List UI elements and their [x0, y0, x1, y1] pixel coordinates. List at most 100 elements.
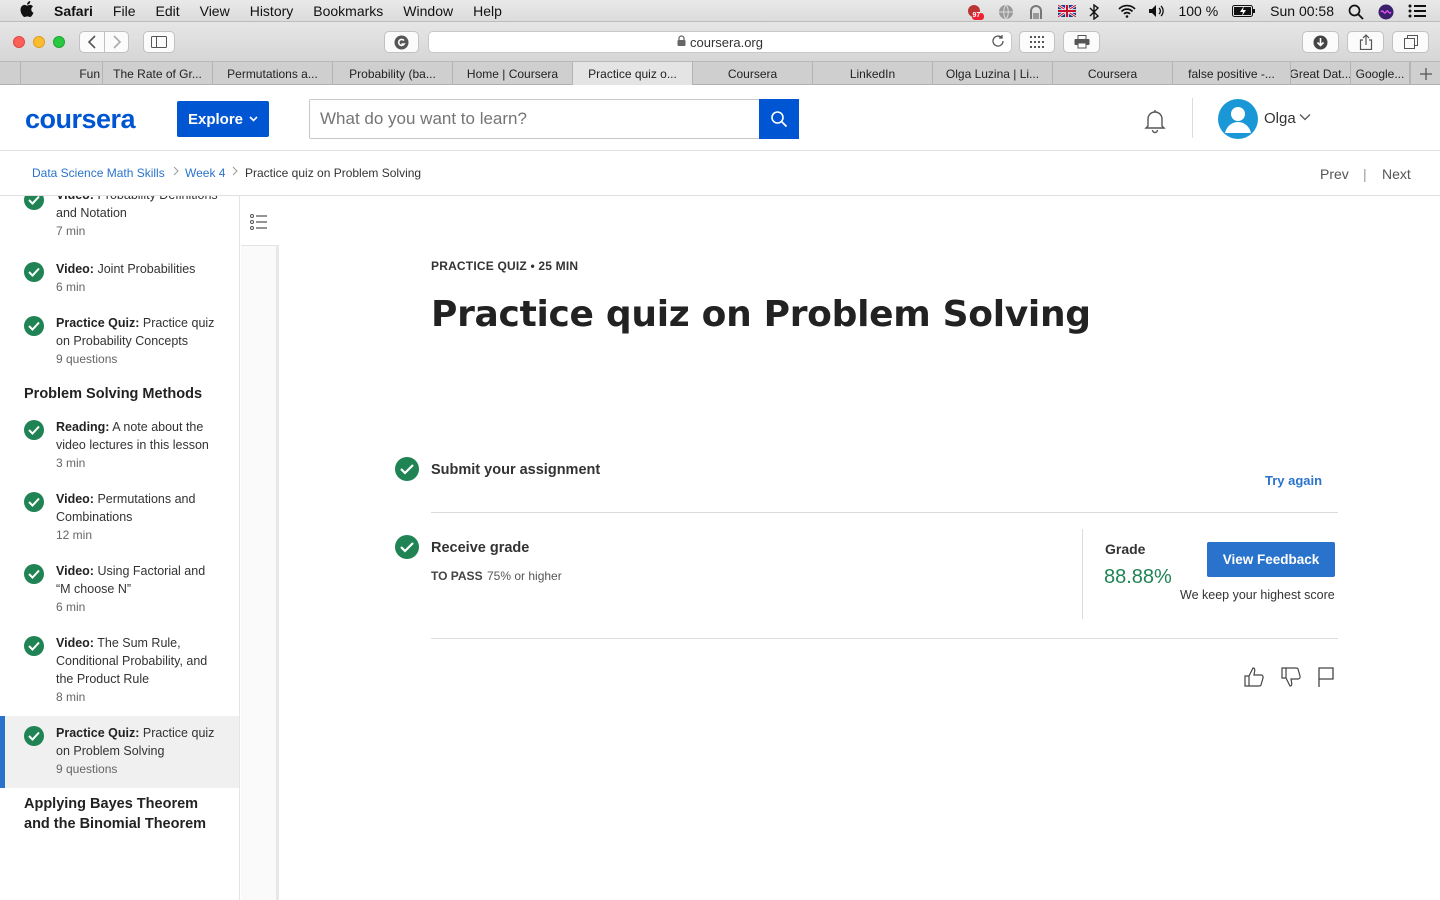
sidebar-item-joint-probabilities[interactable]: Video: Joint Probabilities 6 min	[0, 258, 239, 302]
grade-value: 88.88%	[1104, 566, 1172, 588]
menu-window[interactable]: Window	[403, 3, 453, 19]
breadcrumb-current: Practice quiz on Problem Solving	[245, 166, 422, 180]
browser-tab[interactable]: Fun	[21, 62, 103, 85]
sidebar-toggle-button[interactable]	[143, 31, 175, 53]
header-divider	[1192, 98, 1193, 138]
flag-icon[interactable]	[1316, 666, 1338, 688]
notification-badge-count: 97	[972, 12, 981, 19]
sidebar-section-heading[interactable]: Applying Bayes Theorem and the Binomial …	[24, 794, 224, 834]
browser-tab[interactable]: Google...	[1351, 62, 1410, 85]
breadcrumb-course-link[interactable]: Data Science Math Skills	[32, 166, 165, 180]
sidebar-item-practice-quiz-problem-solving[interactable]: Practice Quiz: Practice quiz on Problem …	[0, 716, 239, 788]
to-pass-label: TO PASS	[431, 569, 483, 583]
notification-center-icon[interactable]	[1408, 4, 1426, 18]
notifications-bell-icon[interactable]	[1141, 106, 1169, 134]
chevron-right-icon	[173, 165, 179, 179]
window-minimize-button[interactable]	[33, 36, 45, 48]
grammarly-icon	[394, 35, 409, 49]
menu-edit[interactable]: Edit	[155, 3, 179, 19]
input-source-uk-flag-icon[interactable]	[1057, 3, 1078, 19]
view-feedback-button[interactable]: View Feedback	[1207, 542, 1335, 577]
menu-history[interactable]: History	[250, 3, 294, 19]
menu-app-name[interactable]: Safari	[54, 3, 93, 19]
user-name[interactable]: Olga	[1264, 110, 1296, 127]
browser-tab[interactable]: Probability (ba...	[333, 62, 453, 85]
forward-button[interactable]	[104, 31, 129, 53]
address-bar[interactable]: coursera.org	[428, 31, 1012, 53]
sidebar-item-meta: 8 min	[56, 690, 86, 704]
toggle-outline-button[interactable]	[241, 196, 279, 246]
reload-icon[interactable]	[991, 34, 1005, 51]
window-zoom-button[interactable]	[53, 36, 65, 48]
chevron-right-icon	[232, 165, 238, 179]
browser-tab[interactable]: false positive -...	[1173, 62, 1291, 85]
sidebar-item-reading-note[interactable]: Reading: A note about the video lectures…	[0, 416, 239, 480]
new-tab-button[interactable]	[1410, 62, 1440, 85]
menubar-clock[interactable]: Sun 00:58	[1270, 3, 1334, 19]
tab-overview-button[interactable]	[1392, 31, 1429, 53]
back-button[interactable]	[79, 31, 105, 53]
prev-link[interactable]: Prev	[1320, 166, 1349, 182]
sidebar-item-meta: 3 min	[56, 456, 86, 470]
vpn-icon[interactable]	[1028, 4, 1044, 19]
thumbs-up-icon[interactable]	[1243, 666, 1265, 688]
apps-grid-button[interactable]	[1019, 31, 1055, 53]
lock-icon	[677, 35, 686, 49]
search-button[interactable]	[759, 99, 799, 139]
battery-percentage[interactable]: 100 %	[1178, 3, 1218, 19]
browser-tab[interactable]: LinkedIn	[813, 62, 933, 85]
chevron-down-icon[interactable]	[1299, 110, 1311, 124]
avatar[interactable]	[1218, 99, 1258, 139]
window-close-button[interactable]	[13, 36, 25, 48]
search-input[interactable]	[310, 100, 760, 138]
to-pass-value: 75% or higher	[487, 569, 562, 583]
sidebar-item-label: Video: Probability Definitions and Notat…	[56, 196, 218, 220]
sidebar-item-label: Video: Using Factorial and “M choose N”	[56, 564, 206, 596]
share-button[interactable]	[1347, 31, 1384, 53]
try-again-button[interactable]: Try again	[1265, 473, 1322, 488]
notification-badge-icon[interactable]: 97	[966, 4, 985, 20]
sidebar-item-sum-rule[interactable]: Video: The Sum Rule, Conditional Probabi…	[0, 632, 239, 714]
wifi-icon[interactable]	[1118, 4, 1137, 18]
battery-icon[interactable]	[1232, 4, 1256, 18]
siri-icon[interactable]	[1378, 4, 1394, 20]
globe-icon[interactable]	[998, 4, 1014, 20]
check-icon	[395, 457, 419, 481]
sidebar-item-practice-quiz-probability[interactable]: Practice Quiz: Practice quiz on Probabil…	[0, 312, 239, 376]
spotlight-search-icon[interactable]	[1348, 4, 1364, 20]
browser-tab[interactable]: Permutations a...	[213, 62, 333, 85]
downloads-button[interactable]	[1302, 31, 1339, 53]
breadcrumb-week-link[interactable]: Week 4	[185, 166, 225, 180]
browser-tab[interactable]: Coursera	[693, 62, 813, 85]
menu-help[interactable]: Help	[473, 3, 502, 19]
browser-tab[interactable]: The Rate of Gr...	[103, 62, 213, 85]
sidebar-item-meta: 6 min	[56, 280, 86, 294]
bluetooth-icon[interactable]	[1088, 3, 1104, 21]
menu-view[interactable]: View	[200, 3, 230, 19]
browser-tab[interactable]: Olga Luzina | Li...	[933, 62, 1053, 85]
browser-tab[interactable]: Home | Coursera	[453, 62, 573, 85]
apple-menu-icon[interactable]	[20, 0, 38, 21]
course-sidebar: Video: Probability Definitions and Notat…	[0, 196, 240, 900]
volume-icon[interactable]	[1148, 4, 1165, 18]
extension-button[interactable]	[384, 31, 419, 53]
chevron-down-icon	[249, 116, 258, 122]
print-button[interactable]	[1063, 31, 1100, 53]
browser-tab[interactable]: Coursera	[1053, 62, 1173, 85]
coursera-logo[interactable]: coursera	[25, 104, 136, 135]
next-link[interactable]: Next	[1382, 166, 1411, 182]
sidebar-item-probability-definitions[interactable]: Video: Probability Definitions and Notat…	[0, 196, 239, 250]
main-content: PRACTICE QUIZ • 25 MIN Practice quiz on …	[282, 196, 1440, 900]
thumbs-down-icon[interactable]	[1280, 666, 1302, 688]
menu-file[interactable]: File	[113, 3, 136, 19]
sidebar-section-heading[interactable]: Problem Solving Methods	[24, 384, 202, 404]
browser-tab[interactable]	[0, 62, 21, 85]
browser-tab[interactable]: Great Dat...	[1291, 62, 1351, 85]
check-icon	[24, 726, 44, 746]
menu-bookmarks[interactable]: Bookmarks	[313, 3, 383, 19]
browser-tab-active[interactable]: Practice quiz o...	[573, 62, 693, 85]
sidebar-item-permutations[interactable]: Video: Permutations and Combinations 12 …	[0, 488, 239, 552]
sidebar-item-factorial[interactable]: Video: Using Factorial and “M choose N” …	[0, 560, 239, 624]
explore-button[interactable]: Explore	[177, 101, 269, 137]
share-icon	[1359, 34, 1372, 50]
